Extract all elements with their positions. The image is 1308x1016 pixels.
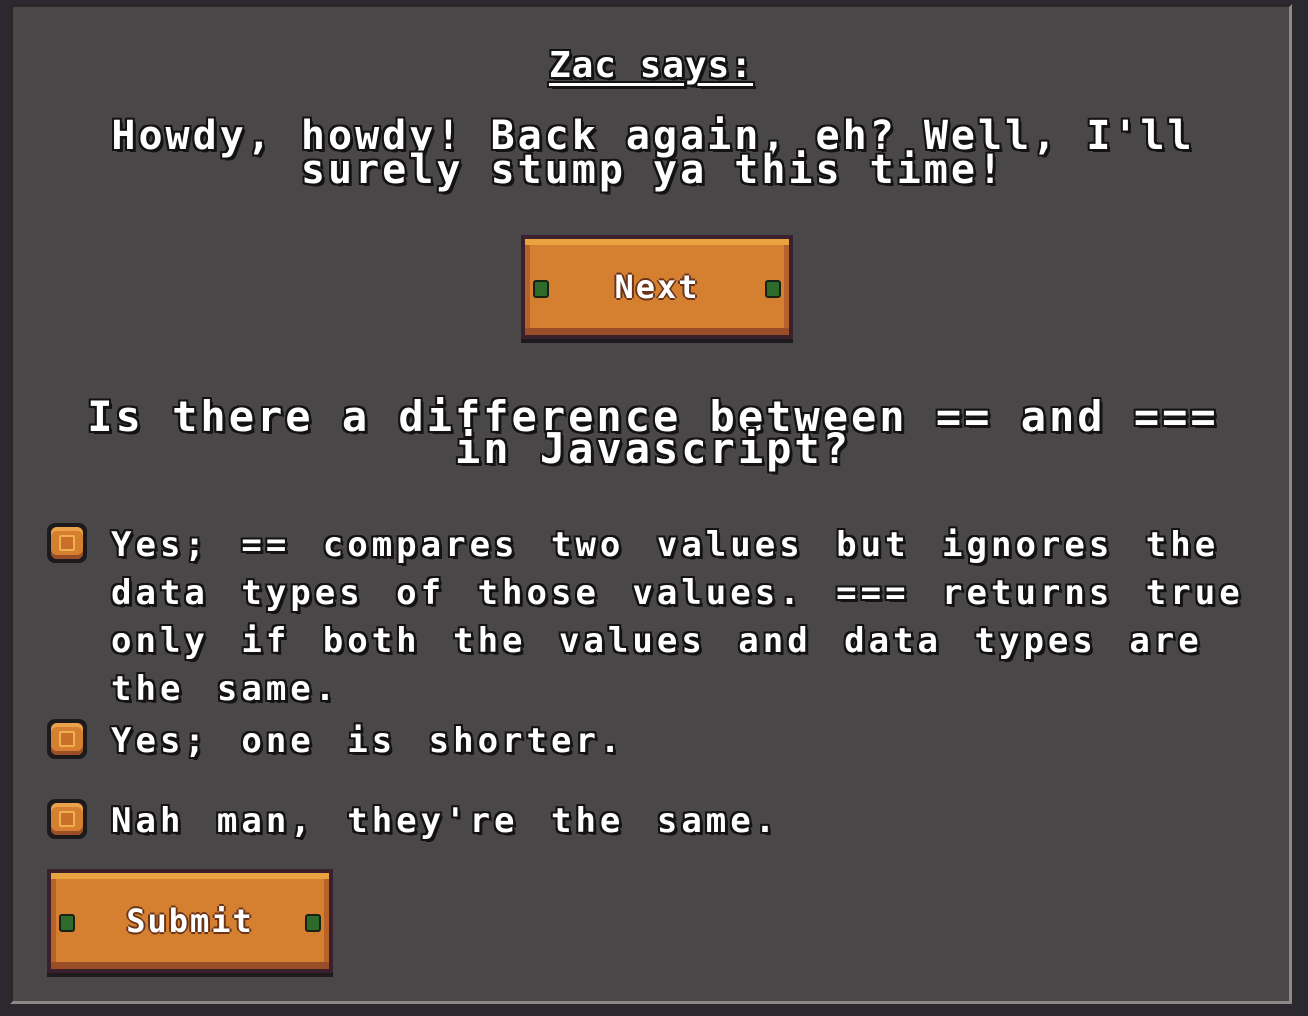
nail-icon [765,280,781,298]
speaker-name: Zac says: [13,45,1289,86]
radio-button-icon[interactable] [47,799,87,839]
next-button[interactable]: Next [521,235,793,339]
next-button-label: Next [614,268,700,306]
submit-button[interactable]: Submit [47,869,333,973]
answer-option-label: Yes; == compares two values but ignores … [111,525,1244,709]
dialog-message: Howdy, howdy! Back again, eh? Well, I'll… [111,113,1195,193]
nail-icon [59,914,75,932]
quiz-question: Is there a difference between == and ===… [87,392,1219,473]
dialog-panel: Zac says: Howdy, howdy! Back again, eh? … [10,4,1292,1004]
submit-button-label: Submit [126,902,254,940]
speaker-label: Zac says: [548,45,754,86]
nail-icon [305,914,321,932]
radio-button-icon[interactable] [47,719,87,759]
nail-icon [533,280,549,298]
answer-option-label: Yes; one is shorter. [111,721,625,761]
answer-option-label: Nah man, they're the same. [111,801,780,841]
radio-button-icon[interactable] [47,523,87,563]
